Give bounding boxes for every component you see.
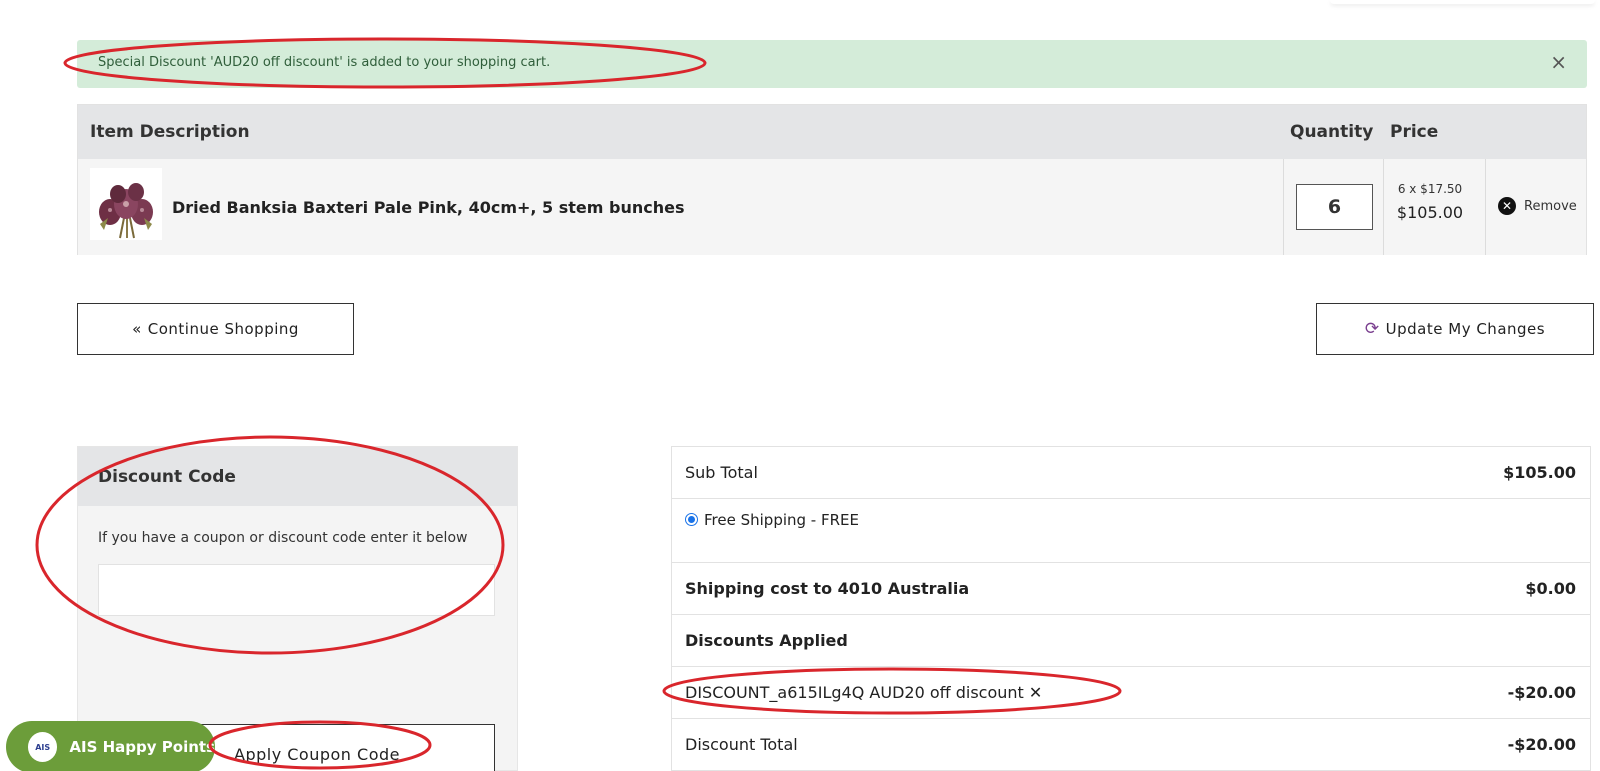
discounts-applied-row: Discounts Applied (672, 615, 1590, 667)
discount-added-alert: Special Discount 'AUD20 off discount' is… (77, 40, 1587, 88)
subtotal-label: Sub Total (685, 463, 758, 482)
double-chevron-left-icon: « (132, 320, 142, 338)
subtotal-row: Sub Total $105.00 (672, 447, 1590, 499)
discount-code-input[interactable] (98, 564, 495, 616)
continue-shopping-label: Continue Shopping (147, 320, 299, 338)
update-changes-button[interactable]: ⟳ Update My Changes (1316, 303, 1594, 355)
discount-total-value: -$20.00 (1507, 735, 1576, 754)
remove-discount-icon[interactable]: ✕ (1029, 683, 1042, 702)
remove-label: Remove (1524, 198, 1577, 214)
shipping-cost-value: $0.00 (1525, 579, 1576, 598)
column-divider (1485, 159, 1486, 255)
quantity-input[interactable] (1296, 184, 1373, 230)
alert-message: Special Discount 'AUD20 off discount' is… (98, 55, 551, 70)
product-image[interactable] (90, 168, 162, 240)
unit-price: 6 x $17.50 (1397, 182, 1463, 196)
close-icon[interactable]: × (1550, 52, 1567, 72)
discount-code-title: Discount Code (98, 467, 236, 487)
cart-table-header: Item Description Quantity Price (78, 105, 1586, 159)
ais-logo-icon: AIS (28, 732, 58, 762)
discount-line-text: DISCOUNT_a615ILg4Q AUD20 off discount (685, 683, 1024, 702)
discount-line-row: DISCOUNT_a615ILg4Q AUD20 off discount ✕ … (672, 667, 1590, 719)
happy-points-launcher[interactable]: AIS AIS Happy Points (6, 721, 215, 771)
shipping-option-label: Free Shipping - FREE (704, 511, 859, 529)
discounts-applied-label: Discounts Applied (685, 631, 848, 650)
discount-total-row: Discount Total -$20.00 (672, 719, 1590, 771)
remove-button[interactable]: ✕ Remove (1498, 197, 1577, 215)
header-item-description: Item Description (90, 122, 250, 142)
discount-line-label: DISCOUNT_a615ILg4Q AUD20 off discount ✕ (685, 683, 1042, 702)
discount-code-header: Discount Code (78, 447, 517, 506)
shipping-cost-label: Shipping cost to 4010 Australia (685, 579, 970, 598)
circle-x-icon: ✕ (1498, 197, 1516, 215)
discount-line-value: -$20.00 (1507, 683, 1576, 702)
top-dropdown-edge (1330, 0, 1595, 4)
shipping-option-row[interactable]: Free Shipping - FREE (672, 499, 1590, 563)
product-name[interactable]: Dried Banksia Baxteri Pale Pink, 40cm+, … (172, 198, 685, 217)
continue-shopping-button[interactable]: « Continue Shopping (77, 303, 354, 355)
discount-total-label: Discount Total (685, 735, 798, 754)
header-quantity: Quantity (1290, 122, 1374, 142)
refresh-icon: ⟳ (1364, 319, 1380, 339)
shipping-radio[interactable] (685, 513, 698, 526)
order-totals: Sub Total $105.00 Free Shipping - FREE S… (671, 446, 1591, 771)
cart-table: Item Description Quantity Price Dried Ba… (77, 104, 1587, 255)
column-divider (1283, 159, 1284, 255)
discount-code-help: If you have a coupon or discount code en… (98, 530, 468, 546)
header-price: Price (1390, 122, 1439, 142)
happy-points-label: AIS Happy Points (69, 738, 215, 756)
subtotal-value: $105.00 (1503, 463, 1576, 482)
line-total: $105.00 (1396, 203, 1464, 222)
banksia-flower-icon (90, 168, 162, 240)
shipping-cost-row: Shipping cost to 4010 Australia $0.00 (672, 563, 1590, 615)
update-changes-label: Update My Changes (1385, 320, 1546, 338)
